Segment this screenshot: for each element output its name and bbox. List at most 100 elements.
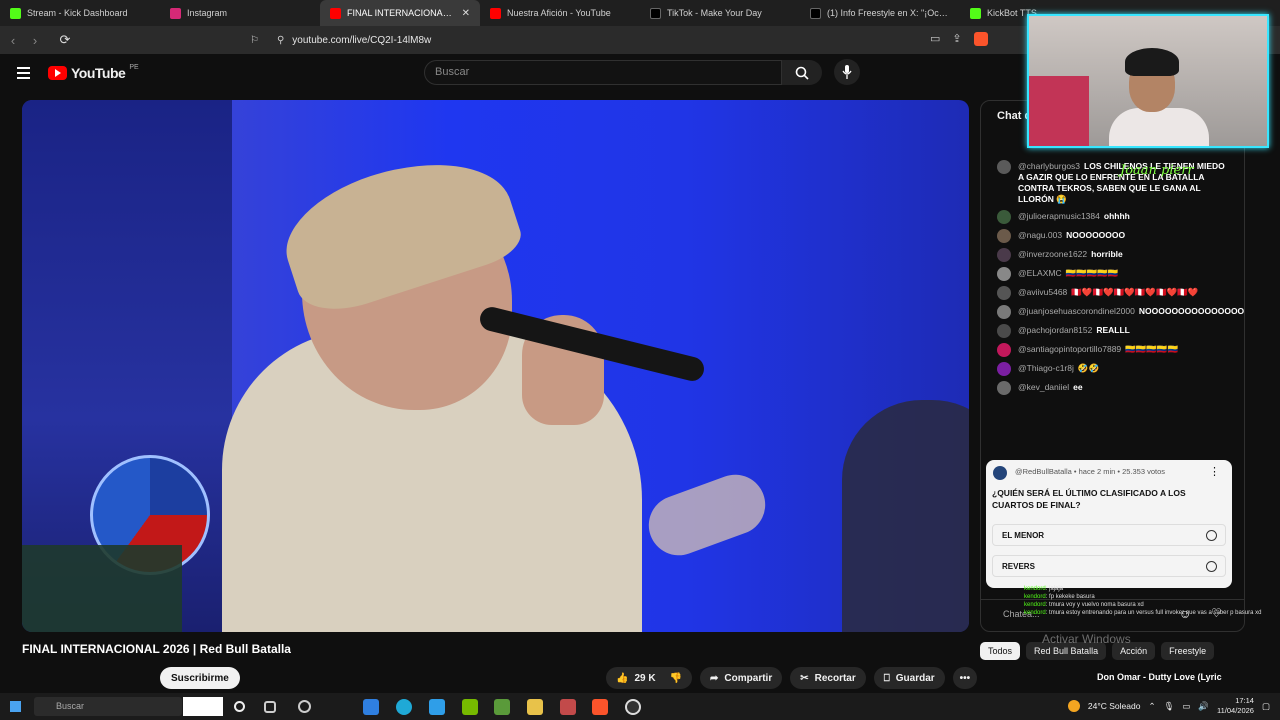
chat-username[interactable]: @ELAXMC: [1018, 268, 1062, 278]
notification-icon[interactable]: ▢: [1262, 701, 1270, 712]
menu-icon[interactable]: [17, 67, 30, 82]
gauge-icon[interactable]: [298, 700, 311, 713]
chat-text: 🇨🇴🇨🇴🇨🇴🇨🇴🇨🇴: [1125, 344, 1179, 354]
volume-icon[interactable]: 🔊: [1198, 701, 1209, 712]
kick-chat-overlay: kendord: jajaja kendord: fp kekeke basur…: [1024, 585, 1280, 617]
avatar[interactable]: [997, 343, 1011, 357]
kick-text: tmura voy y vuelvo noma basura xd: [1049, 602, 1144, 608]
kick-text: jajaja: [1049, 586, 1064, 592]
search-icon: [795, 66, 809, 80]
back-icon[interactable]: ‹: [2, 33, 24, 48]
chip-freestyle[interactable]: Freestyle: [1161, 642, 1215, 660]
chat-username[interactable]: @nagu.003: [1018, 230, 1062, 240]
tab-info-freestyle[interactable]: (1) Info Freestyle en X: "¡Octavos - F: [800, 0, 960, 26]
weather-text[interactable]: 24°C Soleado: [1088, 701, 1141, 711]
streamer-name-overlay: Joaan pierr: [1120, 163, 1194, 178]
app-icon[interactable]: [560, 699, 576, 715]
kick-username: kendord: [1024, 610, 1046, 616]
avatar[interactable]: [997, 160, 1011, 174]
chat-username[interactable]: @Thiago-c1r8j: [1018, 363, 1074, 373]
site-info-icon[interactable]: ⚲: [277, 35, 284, 46]
poll-meta: @RedBullBatalla • hace 2 min • 25.353 vo…: [1015, 467, 1166, 476]
kick-chat-line: kendord: tmura estoy entrenando para un …: [1024, 610, 1262, 616]
more-actions-button[interactable]: •••: [952, 667, 978, 689]
windows-start-icon[interactable]: [10, 701, 21, 712]
reload-icon[interactable]: ⟳: [54, 32, 76, 48]
save-button[interactable]: ⎕ Guardar: [873, 667, 945, 689]
dislike-icon[interactable]: 👎: [670, 673, 682, 684]
chat-username[interactable]: @charlyburgos3: [1018, 161, 1080, 171]
edge-icon[interactable]: [396, 699, 412, 715]
chat-username[interactable]: @aviivu5468: [1018, 287, 1067, 297]
clock[interactable]: 17:14 11/04/2026: [1217, 696, 1254, 716]
chat-username[interactable]: @santiagopintoportillo7889: [1018, 344, 1121, 354]
forward-icon[interactable]: ›: [24, 33, 46, 48]
avatar[interactable]: [997, 248, 1011, 262]
brave-icon[interactable]: [592, 699, 608, 715]
kick-chat-line: kendord: jajaja: [1024, 586, 1064, 592]
webcam-overlay: Joaan pierr: [1027, 14, 1269, 148]
windows-taskbar: Buscar 24°C Soleado ⌃ 🎙 ▭ 🔊 17:14 11/04/…: [0, 693, 1280, 720]
avatar[interactable]: [997, 229, 1011, 243]
search-button[interactable]: [782, 60, 822, 85]
minecraft-icon[interactable]: [494, 699, 510, 715]
weather-sun-icon: [1067, 700, 1080, 712]
like-button[interactable]: 👍 29 K 👎: [606, 667, 693, 689]
subscribe-button[interactable]: Suscribirme: [160, 667, 240, 689]
tab-instagram[interactable]: Instagram: [160, 0, 320, 26]
avatar[interactable]: [997, 267, 1011, 281]
video-player[interactable]: [22, 100, 969, 632]
chat-username[interactable]: @juanjosehuascorondinel2000: [1018, 306, 1135, 316]
network-icon[interactable]: ▭: [1182, 701, 1190, 712]
tab-kick-dashboard[interactable]: Stream - Kick Dashboard: [0, 0, 160, 26]
avatar[interactable]: [997, 362, 1011, 376]
share-button[interactable]: ➦ Compartir: [700, 667, 783, 689]
tab-final-internacional[interactable]: FINAL INTERNACIONAL 202 ✕: [320, 0, 480, 26]
poll-option[interactable]: EL MENOR: [992, 524, 1226, 546]
chat-username[interactable]: @pachojordan8152: [1018, 325, 1092, 335]
tray-chevron-icon[interactable]: ⌃: [1148, 701, 1155, 712]
avatar[interactable]: [997, 305, 1011, 319]
mic-tray-icon[interactable]: 🎙: [1164, 701, 1175, 712]
nvidia-icon[interactable]: [462, 699, 478, 715]
folder-icon[interactable]: [527, 699, 543, 715]
tab-label: TikTok - Make Your Day: [667, 8, 762, 18]
like-count: 29 K: [634, 672, 656, 684]
close-tab-icon[interactable]: ✕: [462, 8, 470, 19]
voice-search-button[interactable]: [834, 59, 860, 85]
youtube-icon: [330, 7, 341, 19]
cast-icon[interactable]: ▭: [930, 32, 940, 46]
brave-shield-icon[interactable]: [973, 32, 988, 46]
tab-tiktok[interactable]: TikTok - Make Your Day: [640, 0, 800, 26]
clip-button[interactable]: ✂ Recortar: [790, 667, 866, 689]
chat-message: @julioerapmusic1384 ohhhh: [981, 210, 1244, 224]
chat-username[interactable]: @kev_daniiel: [1018, 382, 1069, 392]
chat-username[interactable]: @julioerapmusic1384: [1018, 211, 1100, 221]
taskbar-search[interactable]: Buscar: [34, 697, 182, 716]
poll-option[interactable]: REVERS: [992, 555, 1226, 577]
obs-icon[interactable]: [625, 699, 641, 715]
chat-text: REALLL: [1096, 325, 1130, 335]
chat-username[interactable]: @inverzoone1622: [1018, 249, 1087, 259]
url-field[interactable]: ⚐ ⚲ youtube.com/live/CQ2I-14lM8w: [250, 30, 1010, 50]
poll-more-icon[interactable]: ⋮: [1209, 465, 1220, 478]
avatar[interactable]: [997, 381, 1011, 395]
avatar[interactable]: [997, 210, 1011, 224]
time: 17:14: [1235, 696, 1254, 705]
cortana-icon[interactable]: [234, 701, 245, 712]
chip-all[interactable]: Todos: [980, 642, 1021, 660]
mail-icon[interactable]: [429, 699, 445, 715]
bookmark-icon[interactable]: ⚐: [250, 35, 259, 46]
windows-watermark: Activar Windows: [1042, 632, 1131, 646]
avatar[interactable]: [997, 324, 1011, 338]
tab-nuestra-aficion[interactable]: Nuestra Afición - YouTube: [480, 0, 640, 26]
store-icon[interactable]: [363, 699, 379, 715]
share-icon[interactable]: ⇪: [952, 32, 961, 46]
kick-chat-line: kendord: tmura voy y vuelvo noma basura …: [1024, 602, 1144, 608]
task-view-icon[interactable]: [264, 701, 276, 713]
avatar[interactable]: [997, 286, 1011, 300]
youtube-logo[interactable]: YouTube PE: [48, 64, 139, 81]
kick-icon: [10, 7, 21, 19]
video-actions: 👍 29 K 👎 ➦ Compartir ✂ Recortar ⎕ Guarda…: [606, 667, 978, 689]
search-input[interactable]: Buscar: [424, 60, 782, 85]
